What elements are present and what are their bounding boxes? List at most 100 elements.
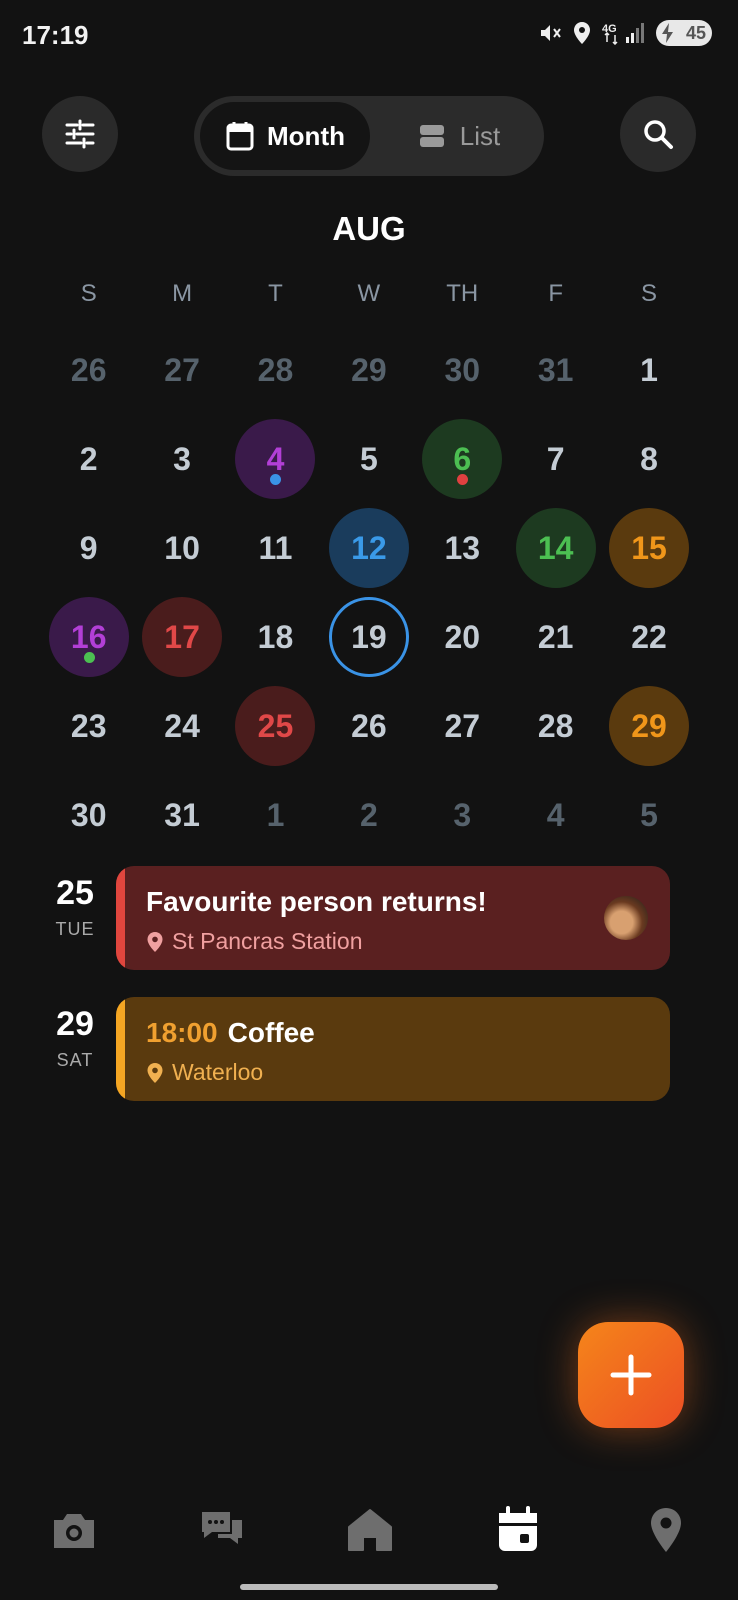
event-row: 25 TUE Favourite person returns! St Panc… <box>0 866 738 970</box>
svg-text:4G: 4G <box>602 23 617 35</box>
nav-camera[interactable] <box>44 1500 104 1560</box>
home-indicator <box>240 1584 498 1590</box>
location-pin-icon <box>147 1062 163 1083</box>
event-location: Waterloo <box>146 1059 263 1086</box>
event-title-text: Coffee <box>227 1017 315 1048</box>
calendar-day[interactable]: 31 <box>135 771 228 859</box>
calendar-day[interactable]: 2 <box>322 771 415 859</box>
location-icon <box>574 22 590 44</box>
nav-map[interactable] <box>636 1500 696 1560</box>
status-time: 17:19 <box>22 20 89 50</box>
battery-indicator: 45 <box>656 20 712 46</box>
calendar-day[interactable]: 22 <box>602 593 695 681</box>
calendar-day[interactable]: 26 <box>322 682 415 770</box>
calendar-week: 26 27 28 29 30 31 1 <box>42 326 696 414</box>
event-color-bar <box>116 997 125 1101</box>
plus-icon <box>610 1354 652 1396</box>
calendar-week: 2 3 4 5 6 7 8 <box>42 415 696 503</box>
calendar-day[interactable]: 5 <box>602 771 695 859</box>
calendar-week: 9 10 11 12 13 14 15 <box>42 504 696 592</box>
calendar-day-with-event[interactable]: 14 <box>509 504 602 592</box>
weekday-label: S <box>80 280 97 307</box>
search-button[interactable] <box>620 96 696 172</box>
calendar-day[interactable]: 27 <box>416 682 509 770</box>
calendar-day[interactable]: 27 <box>135 326 228 414</box>
event-title: Favourite person returns! <box>146 886 487 917</box>
calendar-day[interactable]: 5 <box>322 415 415 503</box>
event-location: St Pancras Station <box>146 928 363 955</box>
list-view-label: List <box>459 120 501 151</box>
calendar-day[interactable]: 30 <box>416 326 509 414</box>
weekday-label: T <box>268 280 283 307</box>
event-color-bar <box>116 866 125 970</box>
view-toggle: Month List <box>194 96 544 176</box>
event-date: 29 SAT <box>40 1005 110 1071</box>
calendar-day-with-event[interactable]: 12 <box>322 504 415 592</box>
nav-calendar[interactable] <box>488 1500 548 1560</box>
event-time: 18:00 <box>146 1017 218 1048</box>
event-row: 29 SAT 18:00 Coffee Waterloo <box>0 997 738 1101</box>
event-card[interactable]: 18:00 Coffee Waterloo <box>116 997 670 1101</box>
sliders-icon <box>65 119 95 149</box>
nav-chat[interactable] <box>192 1500 252 1560</box>
calendar-day[interactable]: 28 <box>509 682 602 770</box>
calendar-day[interactable]: 2 <box>42 415 135 503</box>
calendar-day-today[interactable]: 19 <box>322 593 415 681</box>
calendar-day-with-event[interactable]: 6 <box>416 415 509 503</box>
calendar-day[interactable]: 1 <box>602 326 695 414</box>
calendar-icon <box>226 122 254 151</box>
calendar-day[interactable]: 28 <box>229 326 322 414</box>
calendar-day[interactable]: 24 <box>135 682 228 770</box>
calendar-day[interactable]: 3 <box>135 415 228 503</box>
calendar-day[interactable]: 4 <box>509 771 602 859</box>
search-icon <box>644 120 673 149</box>
calendar-day[interactable]: 3 <box>416 771 509 859</box>
event-location-text: St Pancras Station <box>172 928 363 954</box>
calendar-day[interactable]: 10 <box>135 504 228 592</box>
weekday-label: S <box>641 280 658 307</box>
signal-4g-icon: 4G <box>602 23 644 45</box>
event-day: 29 <box>56 1005 94 1043</box>
calendar-day-with-event[interactable]: 15 <box>602 504 695 592</box>
battery-level: 45 <box>685 22 706 43</box>
calendar-day[interactable]: 23 <box>42 682 135 770</box>
calendar-day-with-event[interactable]: 4 <box>229 415 322 503</box>
filter-button[interactable] <box>42 96 118 172</box>
location-pin-icon <box>651 1508 681 1552</box>
avatar <box>604 896 648 940</box>
list-view-tab[interactable]: List <box>384 102 534 170</box>
month-view-label: Month <box>267 120 345 151</box>
calendar-day-with-event[interactable]: 25 <box>229 682 322 770</box>
calendar-day[interactable]: 29 <box>322 326 415 414</box>
month-title: AUG <box>332 210 406 247</box>
calendar-day[interactable]: 11 <box>229 504 322 592</box>
calendar-day-with-event[interactable]: 17 <box>135 593 228 681</box>
calendar-day-with-event[interactable]: 29 <box>602 682 695 770</box>
weekday-label: F <box>548 280 563 307</box>
calendar-day[interactable]: 1 <box>229 771 322 859</box>
calendar-day[interactable]: 21 <box>509 593 602 681</box>
calendar-day[interactable]: 18 <box>229 593 322 681</box>
event-dot <box>83 652 95 663</box>
calendar-day[interactable]: 9 <box>42 504 135 592</box>
calendar-icon <box>499 1506 537 1551</box>
calendar-day-with-event[interactable]: 16 <box>42 593 135 681</box>
calendar-day[interactable]: 7 <box>509 415 602 503</box>
calendar-day[interactable]: 26 <box>42 326 135 414</box>
event-dot <box>457 474 469 485</box>
event-card[interactable]: Favourite person returns! St Pancras Sta… <box>116 866 670 970</box>
location-pin-icon <box>147 931 163 952</box>
month-view-tab[interactable]: Month <box>200 102 370 170</box>
bottom-nav <box>0 1480 738 1570</box>
calendar-day[interactable]: 13 <box>416 504 509 592</box>
add-event-button[interactable] <box>578 1322 684 1428</box>
calendar-day[interactable]: 30 <box>42 771 135 859</box>
weekday-label: M <box>172 280 193 307</box>
event-weekday: TUE <box>55 919 95 939</box>
event-title: 18:00 Coffee <box>146 1017 315 1049</box>
nav-home[interactable] <box>340 1500 400 1560</box>
weekday-label: W <box>357 280 381 307</box>
calendar-day[interactable]: 8 <box>602 415 695 503</box>
calendar-day[interactable]: 20 <box>416 593 509 681</box>
calendar-day[interactable]: 31 <box>509 326 602 414</box>
